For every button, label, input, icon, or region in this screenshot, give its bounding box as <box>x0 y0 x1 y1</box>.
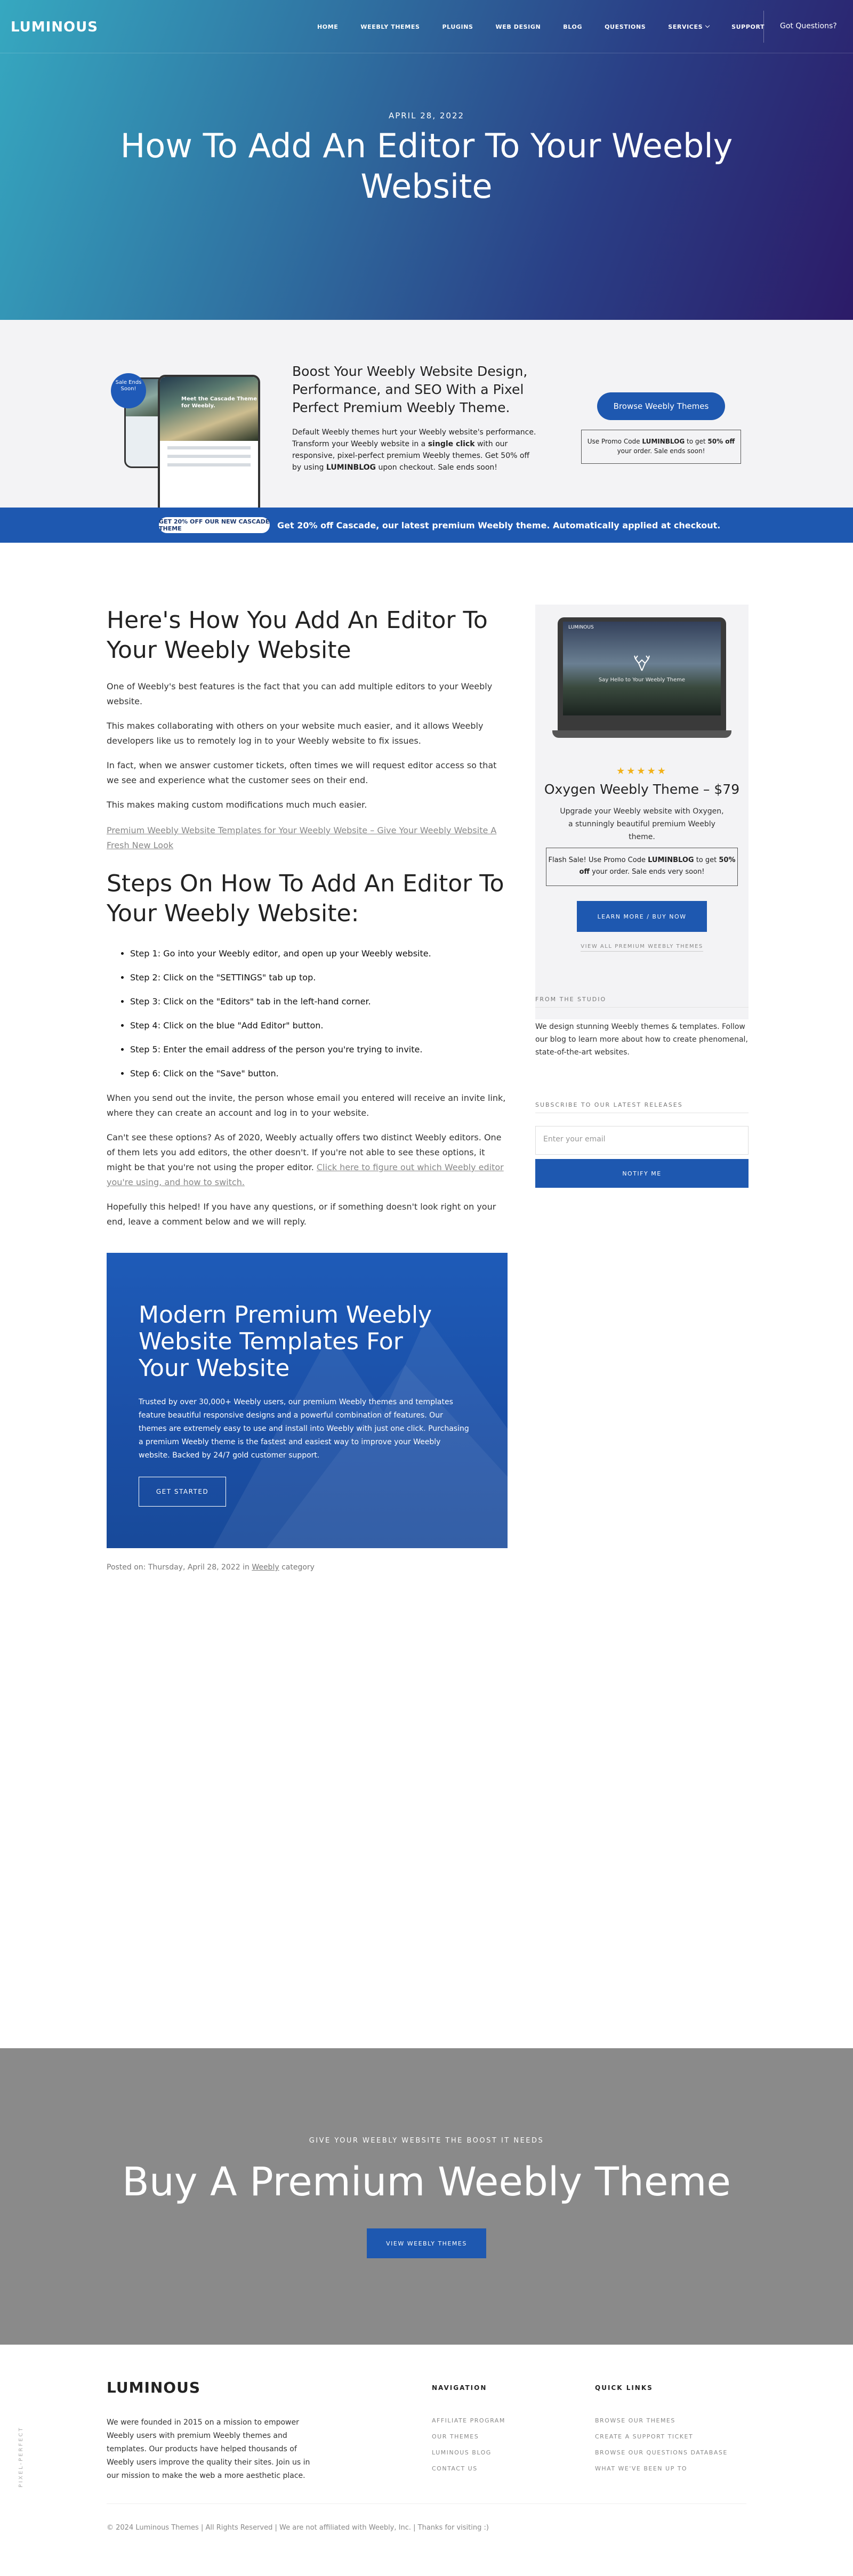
nav-plugins[interactable]: PLUGINS <box>442 23 473 30</box>
list-item: Step 5: Enter the email address of the p… <box>130 1043 508 1056</box>
studio-heading: FROM THE STUDIO <box>535 996 749 1008</box>
product-card: LUMINOUS Say Hello to Your Weebly Theme … <box>535 605 749 1019</box>
nav-home[interactable]: HOME <box>317 23 338 30</box>
vertical-tagline: PIXEL-PERFECT <box>18 2426 24 2488</box>
nav-services-label: SERVICES <box>668 23 703 30</box>
paragraph: When you send out the invite, the person… <box>107 1093 506 1118</box>
announcement-bar[interactable]: GET 20% OFF OUR NEW CASCADE THEME Get 20… <box>0 508 853 543</box>
promo-body: Default Weebly themes hurt your Weebly w… <box>292 428 536 472</box>
footer-link[interactable]: CONTACT US <box>432 2465 505 2481</box>
product-description: Upgrade your Weebly website with Oxygen,… <box>560 807 724 841</box>
paragraph: One of Weebly's best features is the fac… <box>107 681 493 706</box>
article-content: Here's How You Add An Editor To Your Wee… <box>107 606 508 1572</box>
post-meta: Posted on: Thursday, April 28, 2022 in W… <box>107 1563 315 1572</box>
tablet-mockup: Meet the Cascade Theme for Weebly. <box>158 375 260 514</box>
nav-web-design[interactable]: WEB DESIGN <box>496 23 541 30</box>
templates-cta: Modern Premium Weebly Website Templates … <box>107 1253 508 1548</box>
notify-me-button[interactable]: NOTIFY ME <box>535 1159 749 1188</box>
cta-title: Modern Premium Weebly Website Templates … <box>139 1301 432 1382</box>
email-input[interactable]: Enter your email <box>535 1126 749 1155</box>
footer-logo[interactable]: LUMINOUS <box>107 2379 200 2396</box>
list-item: Step 4: Click on the blue "Add Editor" b… <box>130 1019 508 1032</box>
list-item: Step 1: Go into your Weebly editor, and … <box>130 947 508 960</box>
footer-quicklinks: BROWSE OUR THEMES CREATE A SUPPORT TICKE… <box>595 2417 728 2481</box>
paragraph: Hopefully this helped! If you have any q… <box>107 1202 496 1227</box>
view-weebly-themes-button[interactable]: VIEW WEEBLY THEMES <box>367 2228 486 2258</box>
post-title: How To Add An Editor To Your Weebly Webs… <box>120 126 733 206</box>
screen-headline: Say Hello to Your Weebly Theme <box>598 677 686 683</box>
paragraph: This makes making custom modifications m… <box>107 800 367 810</box>
announcement-message: Get 20% off Cascade, our latest premium … <box>277 520 721 530</box>
product-title: Oxygen Weebly Theme – $79 <box>544 782 740 797</box>
banner-kicker: GIVE YOUR WEEBLY WEBSITE THE BOOST IT NE… <box>309 2137 544 2145</box>
footer-link[interactable]: BROWSE OUR QUESTIONS DATABASE <box>595 2449 728 2465</box>
star-rating: ★★★★★ <box>616 766 667 777</box>
paragraph: Can't see these options? As of 2020, Wee… <box>107 1132 504 1187</box>
subscribe-heading: SUBSCRIBE TO OUR LATEST RELEASES <box>535 1101 749 1113</box>
view-all-themes-link[interactable]: VIEW ALL PREMIUM WEEBLY THEMES <box>535 944 749 952</box>
browse-themes-button[interactable]: Browse Weebly Themes <box>597 392 725 420</box>
post-date: APRIL 28, 2022 <box>388 111 465 120</box>
steps-heading: Steps On How To Add An Editor To Your We… <box>107 870 504 927</box>
site-header: LUMINOUS HOME WEEBLY THEMES PLUGINS WEB … <box>0 0 853 53</box>
article-heading: Here's How You Add An Editor To Your Wee… <box>107 607 488 664</box>
cascade-offer-pill[interactable]: GET 20% OFF OUR NEW CASCADE THEME <box>159 517 270 533</box>
theme-promo: Meet the Cascade Theme for Weebly. Sale … <box>0 320 853 514</box>
main-nav: HOME WEEBLY THEMES PLUGINS WEB DESIGN BL… <box>317 0 787 53</box>
footer-link[interactable]: LUMINOUS BLOG <box>432 2449 505 2465</box>
steps-list: Step 1: Go into your Weebly editor, and … <box>130 947 508 1080</box>
got-questions-link[interactable]: Got Questions? <box>780 22 837 30</box>
nav-services[interactable]: SERVICES <box>668 23 710 30</box>
footer-nav-heading: NAVIGATION <box>432 2384 487 2392</box>
nav-weebly-themes[interactable]: WEEBLY THEMES <box>360 23 420 30</box>
copyright: © 2024 Luminous Themes | All Rights Rese… <box>107 2524 489 2532</box>
promo-heading: Boost Your Weebly Website Design, Perfor… <box>292 364 528 415</box>
footer-divider <box>107 2503 746 2504</box>
templates-link[interactable]: Premium Weebly Website Templates for You… <box>107 823 508 853</box>
footer-about: We were founded in 2015 on a mission to … <box>107 2418 310 2480</box>
mockup-headline: Meet the Cascade Theme for Weebly. <box>181 396 257 409</box>
deer-icon <box>634 655 650 671</box>
laptop-mockup: LUMINOUS Say Hello to Your Weebly Theme <box>552 617 731 738</box>
footer-link[interactable]: CREATE A SUPPORT TICKET <box>595 2433 728 2449</box>
footer-quicklinks-heading: QUICK LINKS <box>595 2384 653 2392</box>
buy-theme-banner: GIVE YOUR WEEBLY WEBSITE THE BOOST IT NE… <box>0 2048 853 2345</box>
list-item: Step 6: Click on the "Save" button. <box>130 1067 508 1080</box>
chevron-down-icon <box>705 23 710 28</box>
flash-sale-box: Flash Sale! Use Promo Code LUMINBLOG to … <box>546 848 738 886</box>
footer-link[interactable]: BROWSE OUR THEMES <box>595 2417 728 2433</box>
footer-link[interactable]: WHAT WE'VE BEEN UP TO <box>595 2465 728 2481</box>
footer-link[interactable]: OUR THEMES <box>432 2433 505 2449</box>
nav-blog[interactable]: BLOG <box>563 23 582 30</box>
cta-body: Trusted by over 30,000+ Weebly users, ou… <box>139 1398 469 1460</box>
get-started-button[interactable]: GET STARTED <box>139 1477 226 1507</box>
list-item: Step 3: Click on the "Editors" tab in th… <box>130 995 508 1008</box>
promo-code-box: Use Promo Code LUMINBLOG to get 50% off … <box>581 430 741 464</box>
footer-link[interactable]: AFFILIATE PROGRAM <box>432 2417 505 2433</box>
paragraph: This makes collaborating with others on … <box>107 721 484 746</box>
screen-logo: LUMINOUS <box>568 625 594 630</box>
sidebar: LUMINOUS Say Hello to Your Weebly Theme … <box>535 605 749 1188</box>
footer-nav: AFFILIATE PROGRAM OUR THEMES LUMINOUS BL… <box>432 2417 505 2481</box>
nav-support[interactable]: SUPPORT <box>731 23 765 30</box>
nav-questions[interactable]: QUESTIONS <box>605 23 646 30</box>
banner-title: Buy A Premium Weebly Theme <box>122 2159 731 2205</box>
category-link[interactable]: Weebly <box>252 1563 279 1572</box>
hero: LUMINOUS HOME WEEBLY THEMES PLUGINS WEB … <box>0 0 853 320</box>
header-divider <box>763 11 764 43</box>
site-logo[interactable]: LUMINOUS <box>11 19 98 35</box>
paragraph: In fact, when we answer customer tickets… <box>107 760 497 785</box>
learn-more-button[interactable]: LEARN MORE / BUY NOW <box>577 901 707 932</box>
studio-text: We design stunning Weebly themes & templ… <box>535 1023 748 1057</box>
list-item: Step 2: Click on the "SETTINGS" tab up t… <box>130 971 508 984</box>
sale-badge: Sale Ends Soon! <box>111 373 146 408</box>
site-footer: PIXEL-PERFECT LUMINOUS We were founded i… <box>0 2345 853 2576</box>
